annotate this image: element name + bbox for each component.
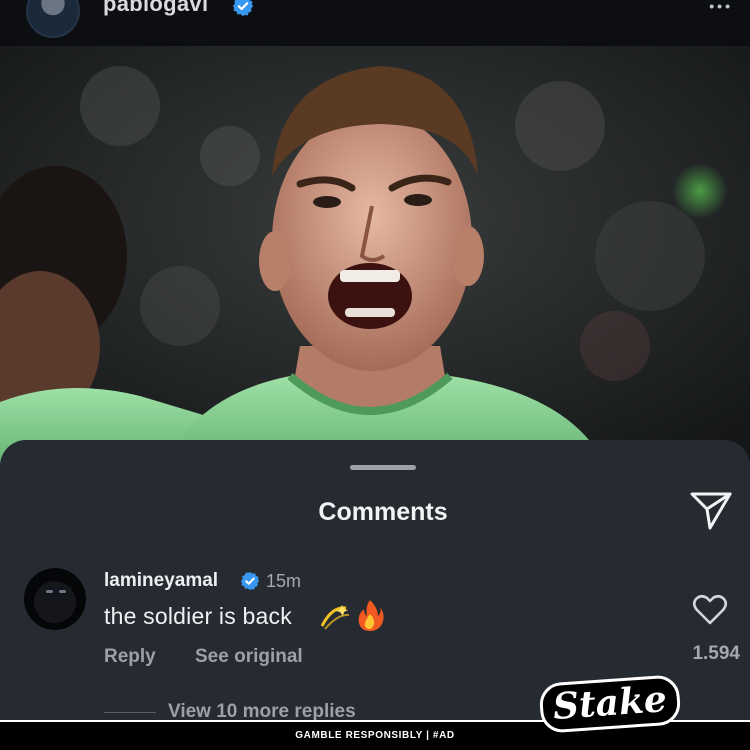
- post-photo-illustration: [0, 46, 750, 476]
- see-original-button[interactable]: See original: [195, 646, 303, 668]
- send-paper-plane-icon[interactable]: [688, 488, 734, 532]
- reply-button[interactable]: Reply: [104, 646, 156, 668]
- comment-timestamp: 15m: [266, 571, 302, 591]
- sheet-drag-handle[interactable]: [350, 465, 416, 470]
- verified-badge-icon: [232, 0, 254, 17]
- post-header: pablogavi •••: [0, 0, 750, 46]
- avatar-eyes-graphic: [46, 590, 66, 593]
- post-author-username[interactable]: pablogavi: [103, 0, 208, 17]
- commenter-username[interactable]: lamineyamal: [104, 570, 218, 592]
- like-count: 1.594: [692, 643, 740, 664]
- comment-text: the soldier is back: [104, 603, 292, 629]
- heart-icon[interactable]: [692, 592, 728, 626]
- fire-emoji: [358, 600, 384, 631]
- post-author-avatar[interactable]: [26, 0, 80, 38]
- sponsor-logo: Stake: [538, 674, 682, 734]
- post-photo: [0, 46, 750, 476]
- verified-badge-icon: [240, 571, 260, 591]
- replies-divider-line: [104, 712, 156, 713]
- gamble-disclaimer: GAMBLE RESPONSIBLY | #AD: [295, 730, 455, 741]
- comments-title: Comments: [318, 498, 448, 526]
- dizzy-emoji: [320, 605, 350, 630]
- instagram-post-screen: pablogavi ••• Comments lamineyamal 15m t…: [0, 0, 750, 750]
- commenter-avatar[interactable]: [24, 568, 86, 630]
- more-horizontal-icon[interactable]: •••: [709, 0, 733, 14]
